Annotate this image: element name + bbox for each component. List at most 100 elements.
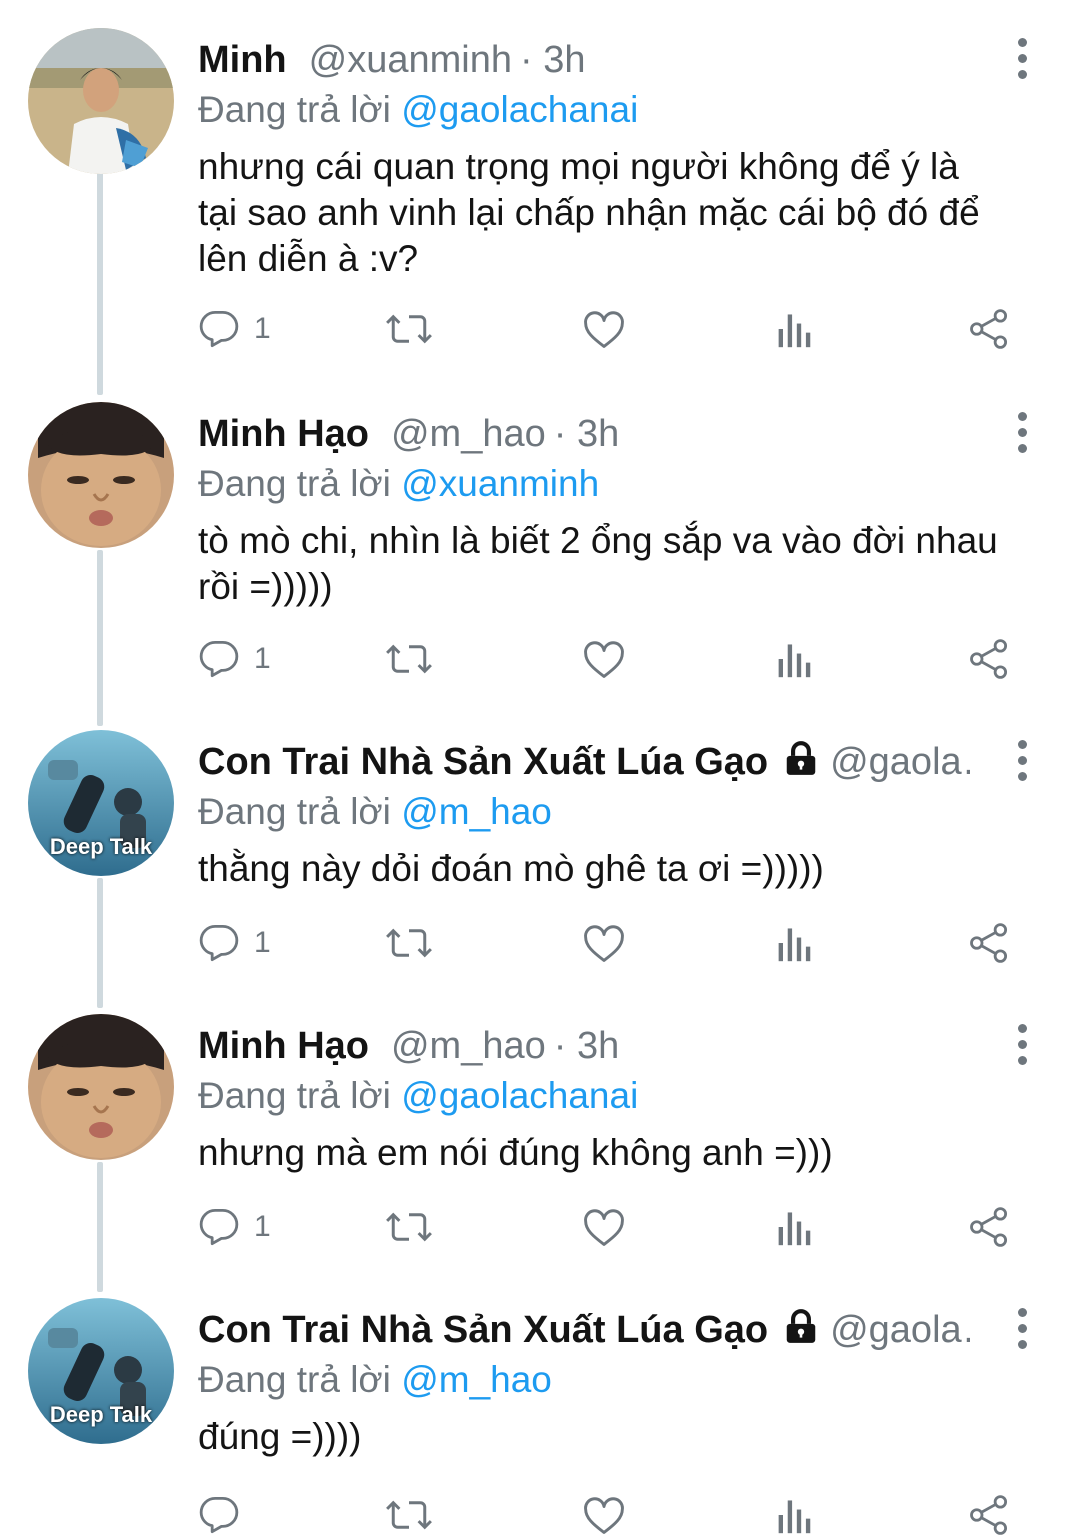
more-icon[interactable] <box>1012 1308 1032 1350</box>
reply-button[interactable] <box>198 1490 254 1540</box>
user-handle[interactable]: @gaola… <box>830 1309 970 1351</box>
reply-button[interactable]: 1 <box>198 1202 271 1252</box>
retweet-icon <box>384 308 434 350</box>
share-icon <box>968 1494 1010 1536</box>
like-icon <box>582 308 626 350</box>
reply-icon <box>198 1206 240 1248</box>
more-icon[interactable] <box>1012 412 1032 454</box>
analytics-button[interactable] <box>776 304 814 354</box>
reply-mention-link[interactable]: @xuanminh <box>401 463 599 504</box>
display-name[interactable]: Minh Hạo <box>198 1025 369 1067</box>
tweet-actions: 1 <box>198 304 1028 354</box>
reply-mention-link[interactable]: @gaolachanai <box>401 1075 638 1116</box>
reply-context: Đang trả lời @gaolachanai <box>198 1068 638 1124</box>
thread-line <box>97 878 103 1008</box>
user-handle[interactable]: @m_hao <box>391 1025 546 1067</box>
more-icon[interactable] <box>1012 38 1032 80</box>
like-button[interactable] <box>582 304 626 354</box>
tweet-header: Minh Hạo @m_hao · 3h <box>198 406 970 462</box>
like-icon <box>582 1206 626 1248</box>
reply-mention-link[interactable]: @m_hao <box>401 1359 552 1400</box>
reply-mention-link[interactable]: @m_hao <box>401 791 552 832</box>
analytics-icon <box>776 639 814 679</box>
retweet-button[interactable] <box>384 918 434 968</box>
tweet-text: tò mò chi, nhìn là biết 2 ổng sắp va vào… <box>198 520 998 607</box>
tweet-text: thằng này dỏi đoán mò ghê ta ơi =))))) <box>198 848 824 889</box>
more-icon[interactable] <box>1012 1024 1032 1066</box>
share-button[interactable] <box>968 1490 1010 1540</box>
share-button[interactable] <box>968 634 1010 684</box>
retweet-button[interactable] <box>384 304 434 354</box>
reply-button[interactable]: 1 <box>198 634 271 684</box>
analytics-button[interactable] <box>776 918 814 968</box>
more-icon[interactable] <box>1012 740 1032 782</box>
retweet-icon <box>384 1494 434 1536</box>
reply-context: Đang trả lời @m_hao <box>198 784 552 840</box>
share-icon <box>968 1206 1010 1248</box>
reply-mention-link[interactable]: @gaolachanai <box>401 89 638 130</box>
tweet-header: Minh Hạo @m_hao · 3h <box>198 1018 970 1074</box>
reply-count: 1 <box>254 1210 271 1243</box>
reply-count: 1 <box>254 926 271 959</box>
analytics-icon <box>776 1495 814 1535</box>
timestamp: · 3h <box>553 1025 620 1067</box>
share-button[interactable] <box>968 304 1010 354</box>
retweet-icon <box>384 922 434 964</box>
reply-context: Đang trả lời @gaolachanai <box>198 82 638 138</box>
thread-line <box>97 1162 103 1292</box>
tweet-actions: 1 <box>198 1202 1028 1252</box>
retweet-button[interactable] <box>384 634 434 684</box>
display-name[interactable]: Con Trai Nhà Sản Xuất Lúa Gạo <box>198 741 768 783</box>
user-handle[interactable]: @xuanminh <box>309 39 512 81</box>
analytics-icon <box>776 1207 814 1247</box>
tweet-actions: 1 <box>198 918 1028 968</box>
display-name[interactable]: Minh Hạo <box>198 413 369 455</box>
analytics-icon <box>776 309 814 349</box>
reply-count: 1 <box>254 642 271 675</box>
tweet-header: Minh @xuanminh · 3h <box>198 32 970 88</box>
reply-prefix: Đang trả lời <box>198 1359 391 1400</box>
retweet-icon <box>384 638 434 680</box>
share-button[interactable] <box>968 1202 1010 1252</box>
thread-line <box>97 550 103 726</box>
user-handle[interactable]: @m_hao <box>391 413 546 455</box>
avatar[interactable] <box>28 1014 174 1160</box>
like-icon <box>582 922 626 964</box>
avatar[interactable]: Deep Talk <box>28 730 174 876</box>
like-button[interactable] <box>582 918 626 968</box>
like-icon <box>582 1494 626 1536</box>
tweet-header: Con Trai Nhà Sản Xuất Lúa Gạo @gaola… <box>198 734 970 790</box>
reply-icon <box>198 1494 240 1536</box>
analytics-button[interactable] <box>776 1202 814 1252</box>
share-icon <box>968 638 1010 680</box>
analytics-button[interactable] <box>776 1490 814 1540</box>
timestamp: · 3h <box>519 39 586 81</box>
like-button[interactable] <box>582 1202 626 1252</box>
tweet-text: đúng =)))) <box>198 1416 362 1457</box>
tweet-text: nhưng cái quan trọng mọi người không để … <box>198 146 980 279</box>
display-name[interactable]: Minh <box>198 39 287 81</box>
reply-icon <box>198 308 240 350</box>
reply-count: 1 <box>254 312 271 345</box>
tweet-actions <box>198 1490 1028 1540</box>
share-button[interactable] <box>968 918 1010 968</box>
like-button[interactable] <box>582 1490 626 1540</box>
avatar[interactable] <box>28 402 174 548</box>
reply-prefix: Đang trả lời <box>198 1075 391 1116</box>
like-icon <box>582 638 626 680</box>
reply-prefix: Đang trả lời <box>198 791 391 832</box>
like-button[interactable] <box>582 634 626 684</box>
reply-button[interactable]: 1 <box>198 918 271 968</box>
retweet-button[interactable] <box>384 1490 434 1540</box>
avatar[interactable] <box>28 28 174 174</box>
retweet-button[interactable] <box>384 1202 434 1252</box>
analytics-icon <box>776 923 814 963</box>
user-handle[interactable]: @gaola… <box>830 741 970 783</box>
avatar[interactable]: Deep Talk <box>28 1298 174 1444</box>
timestamp: · 3h <box>553 413 620 455</box>
analytics-button[interactable] <box>776 634 814 684</box>
display-name[interactable]: Con Trai Nhà Sản Xuất Lúa Gạo <box>198 1309 768 1351</box>
thread-line <box>97 150 103 395</box>
reply-button[interactable]: 1 <box>198 304 271 354</box>
avatar-caption: Deep Talk <box>49 1402 153 1427</box>
